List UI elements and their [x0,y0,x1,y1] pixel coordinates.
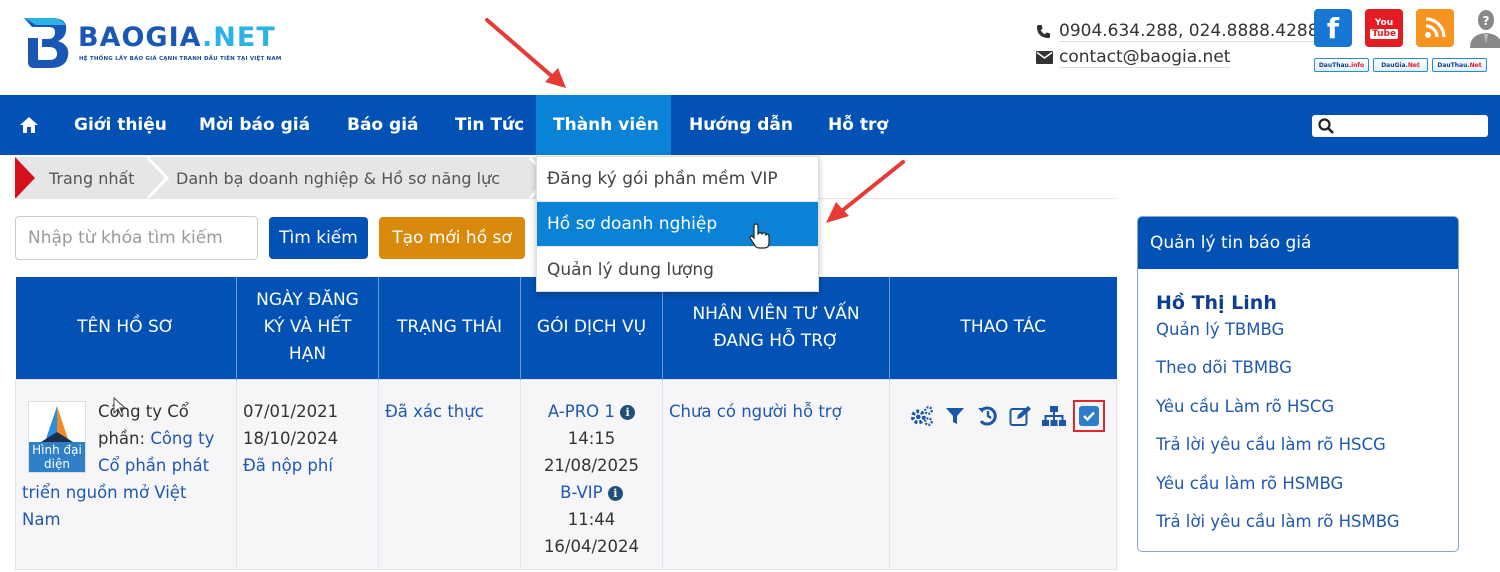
settings-icon[interactable] [910,404,934,428]
logo-b-icon [24,18,69,68]
info-icon[interactable]: i [607,485,623,501]
nav-item-bao-gia[interactable]: Báo giá [347,95,419,155]
breadcrumb-item-directory[interactable]: Danh bạ doanh nghiệp & Hồ sơ năng lực [176,157,500,199]
cell-status: Đã xác thực [378,378,521,570]
search-icon[interactable] [1318,118,1334,134]
package-date: 21/08/2025 [543,455,640,475]
partner-link-daugia-net[interactable]: DauGia. Net [1373,58,1428,72]
column-header-dates: NGÀY ĐĂNG KÝ VÀ HẾT HẠN [236,277,379,379]
cell-package: A-PRO 1 i 14:15 21/08/2025 B-VIP i 11:44… [520,378,663,570]
package-date: 16/04/2024 [543,536,640,556]
cell-actions [889,378,1117,570]
nav-item-gioi-thieu[interactable]: Giới thiệu [74,95,167,155]
package-time: 14:15 [567,428,616,448]
email-link[interactable]: contact@baogia.net [1059,47,1231,68]
table-header-row: TÊN HỒ SƠ NGÀY ĐĂNG KÝ VÀ HẾT HẠN TRẠNG … [15,277,1117,379]
package-link-b-vip[interactable]: B-VIP [560,483,602,502]
column-header-name: TÊN HỒ SƠ [15,277,237,379]
cell-name: Hình đại diện Công ty Cổ phần: Công ty C… [15,378,237,570]
quote-management-panel: Quản lý tin báo giá Hồ Thị Linh Quản lý … [1137,216,1459,552]
cell-consultant: Chưa có người hỗ trợ [662,378,890,570]
verification-status-link[interactable]: Đã xác thực [385,402,484,421]
rss-icon[interactable] [1416,9,1454,47]
site-header: BAOGIA.NET HỆ THỐNG LẤY BÁO GIÁ CẠNH TRA… [0,0,1500,95]
breadcrumb-item-home[interactable]: Trang nhất [49,157,135,199]
partner-links: DauThau. info DauGia. Net DauThau. Net [1314,58,1487,72]
keyword-search-input[interactable] [15,216,258,260]
nav-item-moi-bao-gia[interactable]: Mời báo giá [199,95,310,155]
logo-tagline: HỆ THỐNG LẤY BÁO GIÁ CẠNH TRANH ĐẦU TIÊN… [79,56,282,62]
breadcrumb-separator-icon [147,157,169,199]
member-dropdown-menu: Đăng ký gói phần mềm VIP Hồ sơ doanh ngh… [536,156,819,292]
column-header-status: TRẠNG THÁI [378,277,521,379]
phone-link[interactable]: 0904.634.288, 024.8888.4288 [1059,21,1319,42]
sidebar-link-track-tbmbg[interactable]: Theo dõi TBMBG [1156,349,1440,388]
info-icon[interactable]: i [620,404,636,420]
profiles-table: TÊN HỒ SƠ NGÀY ĐĂNG KÝ VÀ HẾT HẠN TRẠNG … [15,277,1117,570]
main-nav: Giới thiệu Mời báo giá Báo giá Tin Tức T… [0,95,1500,155]
company-logo-icon [41,405,73,442]
column-header-actions: THAO TÁC [889,277,1117,379]
registered-date: 07/01/2021 [243,401,339,421]
edit-icon[interactable] [1009,404,1033,428]
social-links: f You Tube ? [1314,9,1500,48]
sidebar-link-answer-hscg[interactable]: Trả lời yêu cầu làm rõ HSCG [1156,426,1440,465]
consultant-link[interactable]: Chưa có người hỗ trợ [669,402,842,421]
svg-text:?: ? [1483,14,1490,28]
avatar[interactable]: Hình đại diện [28,400,86,473]
column-header-package: GÓI DỊCH VỤ [520,277,663,379]
nav-search-input[interactable] [1338,117,1478,135]
menu-item-storage[interactable]: Quản lý dung lượng [537,247,818,292]
envelope-icon [1036,49,1054,65]
column-header-consultant: NHÂN VIÊN TƯ VẤN ĐANG HỖ TRỢ [662,277,890,379]
menu-item-vip-package[interactable]: Đăng ký gói phần mềm VIP [537,157,818,202]
sitemap-icon[interactable] [1042,404,1066,428]
nav-item-ho-tro[interactable]: Hỗ trợ [828,95,888,155]
nav-item-tin-tuc[interactable]: Tin Tức [455,95,524,155]
expiry-date: 18/10/2024 [243,428,339,448]
avatar-caption: Hình đại diện [29,441,85,472]
package-time: 11:44 [567,509,616,529]
menu-item-business-profile[interactable]: Hồ sơ doanh nghiệp [537,202,818,247]
facebook-icon[interactable]: f [1314,9,1352,47]
package-link-a-pro[interactable]: A-PRO 1 [548,402,615,421]
panel-title: Quản lý tin báo giá [1138,217,1458,269]
cell-dates: 07/01/2021 18/10/2024 Đã nộp phí [236,378,379,570]
nav-item-thanh-vien[interactable]: Thành viên [536,95,671,155]
nav-home[interactable] [20,95,42,155]
home-icon [20,117,38,133]
site-logo[interactable]: BAOGIA.NET HỆ THỐNG LẤY BÁO GIÁ CẠNH TRA… [22,16,292,72]
youtube-icon[interactable]: You Tube [1365,9,1403,47]
sidebar-link-manage-tbmbg[interactable]: Quản lý TBMBG [1156,317,1440,343]
phone-icon [1036,23,1054,39]
breadcrumb-marker [15,157,35,199]
sidebar-link-clarify-hscg[interactable]: Yêu cầu Làm rõ HSCG [1156,388,1440,427]
history-icon[interactable] [976,404,1000,428]
checkbox-highlight [1073,399,1105,432]
search-button[interactable]: Tìm kiếm [269,217,368,259]
row-actions [896,398,1110,432]
payment-status-link[interactable]: Đã nộp phí [243,456,333,475]
sidebar-link-answer-hsmbg[interactable]: Trả lời yêu cầu làm rõ HSMBG [1156,503,1440,542]
unknown-user-icon[interactable]: ? [1467,9,1500,48]
filter-icon[interactable] [943,404,967,428]
logo-wordmark: BAOGIA.NET [78,22,276,53]
table-row: Hình đại diện Công ty Cổ phần: Công ty C… [15,378,1117,570]
user-name: Hồ Thị Linh [1156,292,1277,314]
contact-info: 0904.634.288, 024.8888.4288 contact@baog… [1036,18,1319,70]
nav-search-box [1312,115,1488,137]
checkbox-icon[interactable] [1079,405,1099,426]
nav-item-huong-dan[interactable]: Hướng dẫn [689,95,793,155]
sidebar-link-clarify-hsmbg[interactable]: Yêu cầu làm rõ HSMBG [1156,465,1440,504]
partner-link-dauthau-info[interactable]: DauThau. info [1314,58,1369,72]
partner-link-dauthau-net[interactable]: DauThau. Net [1432,58,1487,72]
create-profile-button[interactable]: Tạo mới hồ sơ [379,217,525,259]
